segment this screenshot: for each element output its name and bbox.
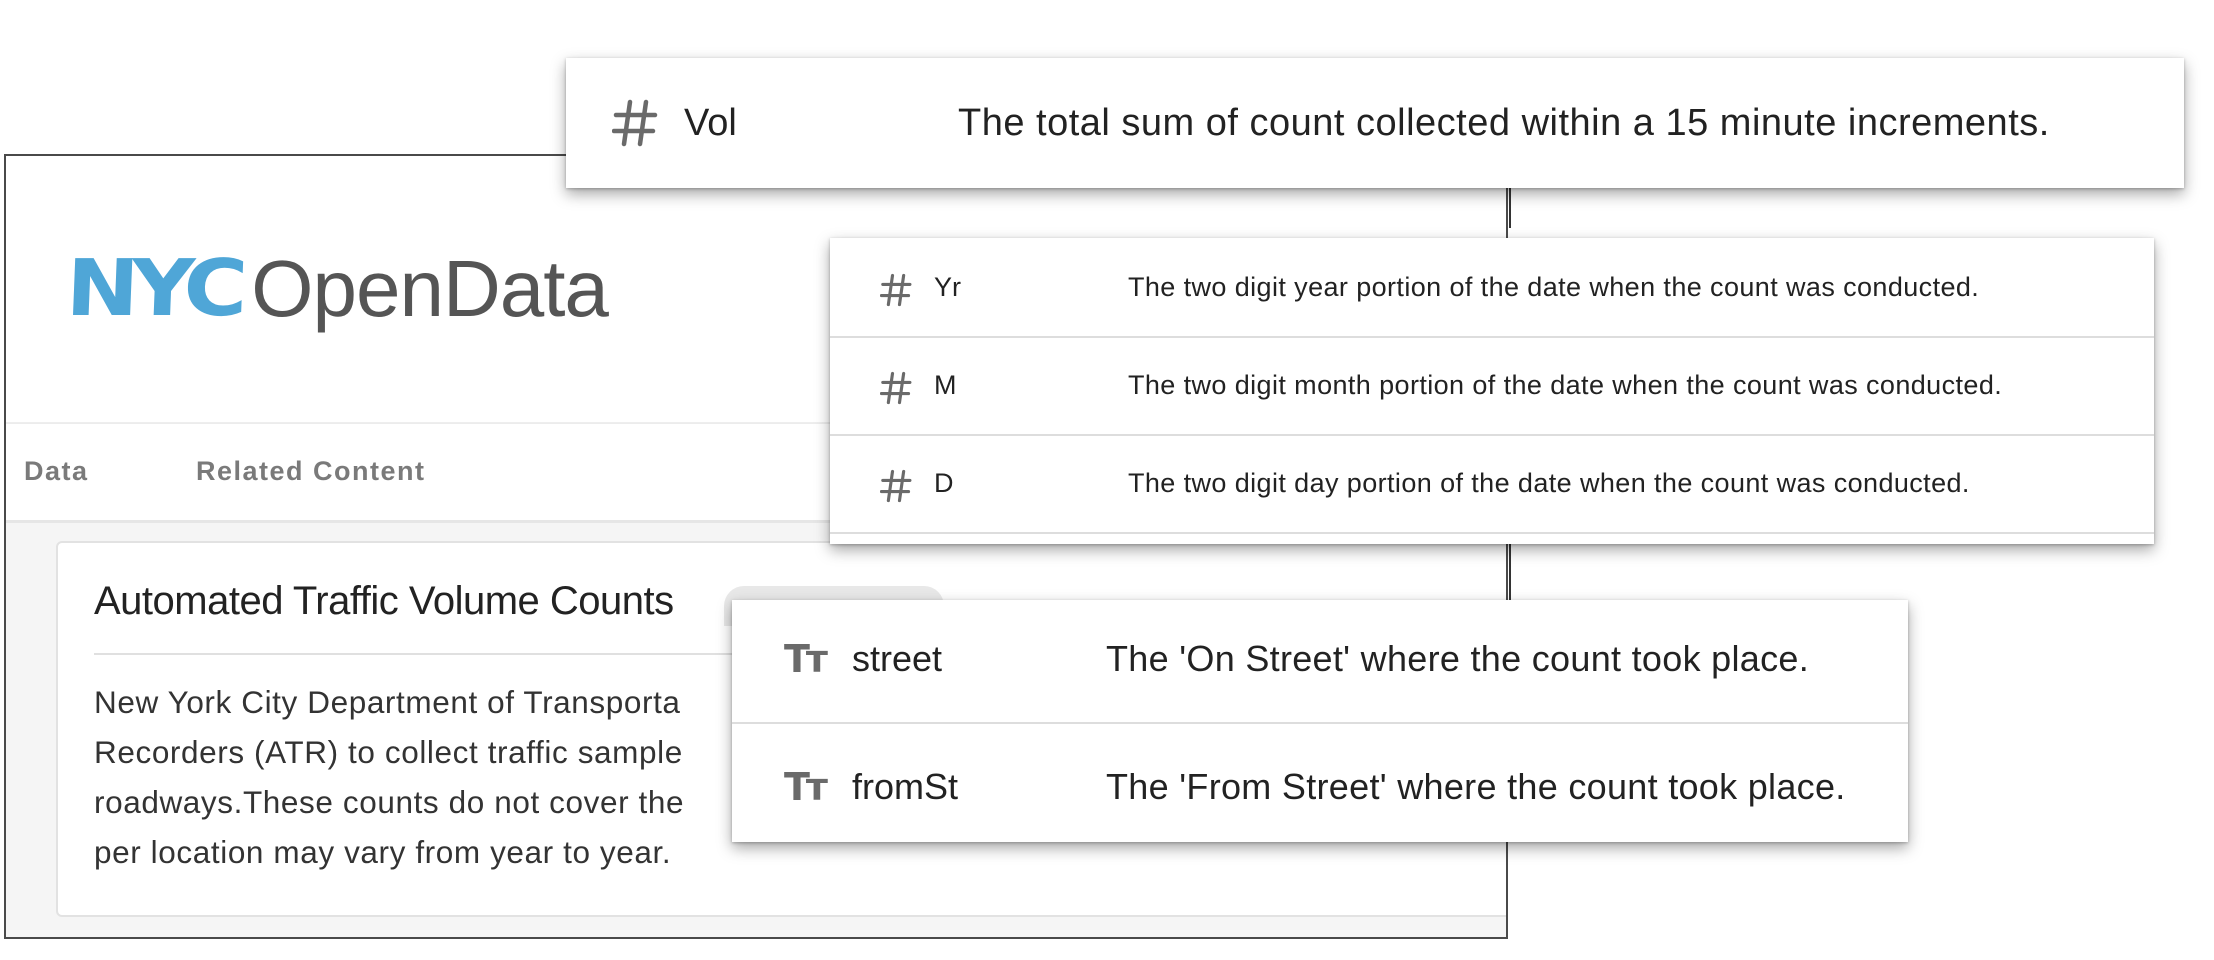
- column-name: street: [852, 638, 943, 679]
- column-name: M: [934, 370, 957, 400]
- column-name: fromSt: [852, 766, 959, 807]
- column-description: The total sum of count collected within …: [958, 102, 2050, 144]
- connector-line: [1509, 540, 1511, 600]
- number-hash-icon: [880, 468, 912, 504]
- column-description: The 'On Street' where the count took pla…: [1106, 638, 1810, 679]
- logo-nyc-wordmark: NYC: [64, 244, 242, 334]
- text-type-icon: Tт: [784, 637, 828, 681]
- column-name: Yr: [934, 272, 961, 302]
- column-description: The two digit month portion of the date …: [1128, 370, 2003, 400]
- column-row: M The two digit month portion of the dat…: [830, 336, 2154, 434]
- column-card-date-parts: Yr The two digit year portion of the dat…: [830, 238, 2154, 544]
- composite-screenshot: NYC OpenData Data Related Content Automa…: [0, 0, 2214, 960]
- logo-opendata-wordmark: OpenData: [251, 244, 609, 333]
- column-description: The two digit year portion of the date w…: [1128, 272, 1980, 302]
- column-name: Vol: [684, 102, 737, 144]
- column-row: Tт street The 'On Street' where the coun…: [732, 600, 1908, 722]
- text-type-icon: Tт: [784, 765, 828, 809]
- nyc-opendata-logo[interactable]: NYC OpenData: [64, 244, 609, 334]
- number-hash-icon: [612, 98, 658, 148]
- column-description: The 'From Street' where the count took p…: [1106, 766, 1846, 807]
- column-card-vol: Vol The total sum of count collected wit…: [566, 58, 2184, 188]
- column-row: D The two digit day portion of the date …: [830, 434, 2154, 532]
- column-card-streets: Tт street The 'On Street' where the coun…: [732, 600, 1908, 842]
- column-name: D: [934, 468, 954, 498]
- column-row-cutoff: [830, 532, 2154, 544]
- tab-related-content[interactable]: Related Content: [196, 456, 426, 487]
- connector-line: [1509, 188, 1511, 228]
- dataset-title: Automated Traffic Volume Counts: [94, 579, 674, 623]
- column-description: The two digit day portion of the date wh…: [1128, 468, 1970, 498]
- column-row: Yr The two digit year portion of the dat…: [830, 238, 2154, 336]
- column-row: Tт fromSt The 'From Street' where the co…: [732, 722, 1908, 842]
- number-hash-icon: [880, 272, 912, 308]
- tab-data[interactable]: Data: [24, 456, 89, 487]
- number-hash-icon: [880, 370, 912, 406]
